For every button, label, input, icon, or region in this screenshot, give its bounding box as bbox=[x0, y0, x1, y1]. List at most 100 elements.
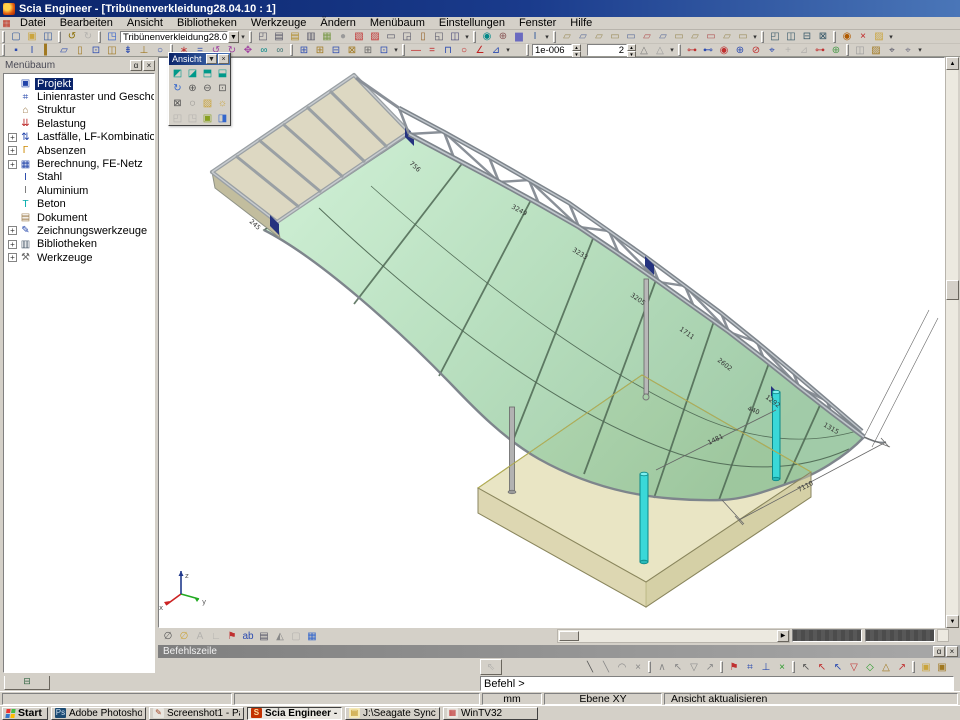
sidebar-item-werkzeuge[interactable]: +⚒Werkzeuge bbox=[8, 251, 154, 264]
slope-icon[interactable]: △ bbox=[636, 44, 652, 57]
toolbar-grip[interactable] bbox=[526, 44, 529, 56]
opening-icon[interactable]: ⊡ bbox=[88, 44, 104, 57]
command-pointer-button[interactable]: ⇖ bbox=[480, 659, 502, 675]
project-combobox-value[interactable]: Tribünenverkleidung28.0 bbox=[120, 31, 228, 43]
snap-midpoint-icon[interactable]: ∧ bbox=[654, 661, 670, 674]
new-folder-icon[interactable]: ▨ bbox=[871, 30, 887, 43]
text-labels-icon[interactable]: ab bbox=[240, 629, 256, 644]
sidebar-item-beton[interactable]: TBeton bbox=[8, 198, 154, 211]
arrange-windows-icon[interactable]: ⊠ bbox=[815, 30, 831, 43]
menu-datei[interactable]: Datei bbox=[13, 17, 53, 30]
chevron-down-icon[interactable]: ▾ bbox=[916, 46, 924, 54]
draw-line-icon[interactable]: — bbox=[408, 44, 424, 57]
status-units[interactable]: mm bbox=[482, 693, 542, 705]
sidebar-item-aluminium[interactable]: IAluminium bbox=[8, 184, 154, 197]
wall-icon[interactable]: ▯ bbox=[72, 44, 88, 57]
render-wireframe-icon[interactable]: ∅ bbox=[160, 629, 176, 644]
measure-icon[interactable]: ⊿ bbox=[796, 44, 812, 57]
move-icon[interactable]: ✥ bbox=[240, 44, 256, 57]
render-shaded-icon[interactable]: ∅ bbox=[176, 629, 192, 644]
libraries-book-icon[interactable]: ▯ bbox=[415, 30, 431, 43]
sidebar-item-struktur[interactable]: ⌂Struktur bbox=[8, 104, 154, 117]
load-panel-icon[interactable]: ⇟ bbox=[120, 44, 136, 57]
taskbar-button-paint[interactable]: ✎Screenshot1 - Paint bbox=[149, 707, 244, 720]
chart-icon[interactable]: ▆ bbox=[511, 30, 527, 43]
beam-icon[interactable]: I bbox=[24, 44, 40, 57]
ghost-view-icon[interactable]: ▢ bbox=[288, 629, 304, 644]
view-layout-2-icon[interactable]: ▱ bbox=[575, 30, 591, 43]
scroll-down-icon[interactable]: ▼ bbox=[946, 615, 959, 628]
open-selection-icon[interactable]: ▣ bbox=[918, 661, 934, 674]
check-nodes-icon[interactable]: ⊶ bbox=[684, 44, 700, 57]
toolbar-grip[interactable] bbox=[761, 31, 764, 43]
view-yz-icon[interactable]: ⬒ bbox=[200, 66, 215, 81]
taskbar-button-scia[interactable]: SScia Engineer - [Tribü... bbox=[247, 707, 342, 720]
taskbar-button-photoshop[interactable]: PsAdobe Photoshop CS3 E... bbox=[51, 707, 146, 720]
cursor-snap-settings-icon[interactable]: ⚑ bbox=[726, 661, 742, 674]
toolbar-grip[interactable] bbox=[912, 661, 915, 673]
engineer-report-icon[interactable]: ⌖ bbox=[884, 44, 900, 57]
toolbar-grip[interactable] bbox=[402, 44, 405, 56]
taskbar-button-wintv[interactable]: ▦WinTV32 bbox=[443, 707, 538, 720]
menu-werkzeuge[interactable]: Werkzeuge bbox=[244, 17, 313, 30]
view-layout-10-icon[interactable]: ▭ bbox=[703, 30, 719, 43]
line-grid-icon[interactable]: ⊥ bbox=[758, 661, 774, 674]
snap-segment-icon[interactable]: ╲ bbox=[598, 661, 614, 674]
section-icon[interactable]: I bbox=[527, 30, 543, 43]
select-remove-icon[interactable]: ↖ bbox=[830, 661, 846, 674]
select-add-icon[interactable]: ↖ bbox=[814, 661, 830, 674]
check-structure-icon[interactable]: ◉ bbox=[716, 44, 732, 57]
menu-einstellungen[interactable]: Einstellungen bbox=[432, 17, 512, 30]
chevron-down-icon[interactable]: ▾ bbox=[543, 33, 551, 41]
paperspace-gallery-icon[interactable]: ▨ bbox=[367, 30, 383, 43]
expand-plus-icon[interactable]: + bbox=[8, 226, 17, 235]
print-picture-icon[interactable]: ▤ bbox=[256, 629, 272, 644]
expand-plus-icon[interactable]: + bbox=[8, 160, 17, 169]
chevron-down-icon[interactable]: ▼ bbox=[206, 54, 217, 64]
draw-arc-icon[interactable]: ⊿ bbox=[488, 44, 504, 57]
zoom-out-icon[interactable]: ⊖ bbox=[200, 81, 215, 96]
vertical-scrollbar[interactable]: ▲ ▼ bbox=[945, 57, 958, 628]
chevron-down-icon[interactable]: ▾ bbox=[751, 33, 759, 41]
menu-bibliotheken[interactable]: Bibliotheken bbox=[170, 17, 244, 30]
dimension-lines-icon[interactable]: ∟ bbox=[208, 629, 224, 644]
accept-icon[interactable]: ⊕ bbox=[828, 44, 844, 57]
draw-angle-icon[interactable]: ∠ bbox=[472, 44, 488, 57]
snap-tangent-icon[interactable]: ↗ bbox=[702, 661, 718, 674]
precision-spinner[interactable]: 1e-006 ▲▼ bbox=[532, 44, 581, 56]
scroll-up-icon[interactable]: ▲ bbox=[946, 57, 959, 70]
menubaum-header[interactable]: Menübaum ɑ × bbox=[1, 58, 157, 72]
sidebar-item-bibliotheken[interactable]: +▥Bibliotheken bbox=[8, 238, 154, 251]
clipboard-icon[interactable]: ▦ bbox=[319, 30, 335, 43]
draw-polyline-icon[interactable]: ⊓ bbox=[440, 44, 456, 57]
status-plane[interactable]: Ebene XY bbox=[544, 693, 662, 705]
expand-plus-icon[interactable]: + bbox=[8, 133, 17, 142]
align-members-icon[interactable]: ⊕ bbox=[732, 44, 748, 57]
expand-plus-icon[interactable]: + bbox=[8, 253, 17, 262]
command-input[interactable] bbox=[480, 676, 954, 691]
menu-menuebaum[interactable]: Menübaum bbox=[363, 17, 432, 30]
toolbar-grip[interactable] bbox=[473, 31, 476, 43]
eye-tool-icon[interactable]: ◉ bbox=[839, 30, 855, 43]
pin-icon[interactable]: ɑ bbox=[933, 646, 945, 657]
toolbar-grip[interactable] bbox=[2, 44, 5, 56]
engineer-tools-icon[interactable]: ⌖ bbox=[900, 44, 916, 57]
menu-ansicht[interactable]: Ansicht bbox=[120, 17, 170, 30]
tile-windows-icon[interactable]: ◫ bbox=[783, 30, 799, 43]
toolbar-grip[interactable] bbox=[678, 44, 681, 56]
table-input-icon[interactable]: ⊞ bbox=[296, 44, 312, 57]
view-layout-6-icon[interactable]: ▱ bbox=[639, 30, 655, 43]
rib-icon[interactable]: ◫ bbox=[104, 44, 120, 57]
node-icon[interactable]: ▪ bbox=[8, 44, 24, 57]
chevron-down-icon[interactable]: ▾ bbox=[668, 46, 676, 54]
menu-fenster[interactable]: Fenster bbox=[512, 17, 563, 30]
view-layout-11-icon[interactable]: ▱ bbox=[719, 30, 735, 43]
render-settings-icon[interactable]: ▨ bbox=[200, 96, 215, 111]
horizontal-scrollbar[interactable]: ▶ bbox=[557, 629, 790, 643]
save-icon[interactable]: ◫ bbox=[40, 30, 56, 43]
mdi-child-icon[interactable]: ▦ bbox=[0, 18, 13, 29]
start-button[interactable]: Start bbox=[2, 707, 48, 720]
close-icon[interactable]: × bbox=[218, 54, 229, 64]
check-data-icon[interactable]: ⊘ bbox=[748, 44, 764, 57]
snap-points-icon[interactable]: × bbox=[774, 661, 790, 674]
